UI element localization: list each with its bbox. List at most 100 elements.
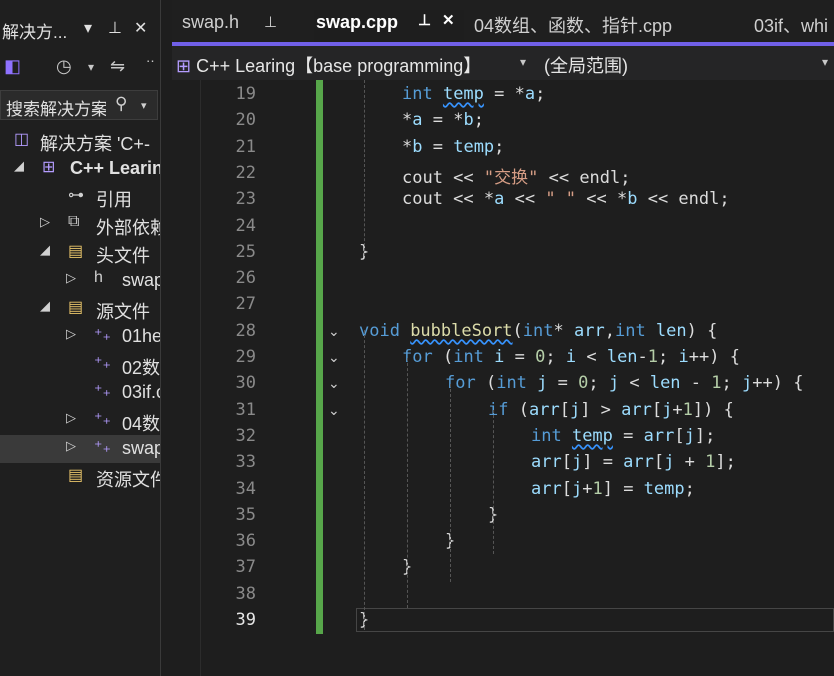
indent-guide	[407, 358, 408, 608]
collapsed-arrow-icon[interactable]: ▷	[66, 410, 76, 426]
tree-item-label: 02数据类型.cpp	[122, 358, 161, 378]
history-icon[interactable]: ◷	[56, 56, 72, 77]
tree-item-label: swap.h	[122, 270, 160, 290]
fold-chevron-icon[interactable]: ⌄	[328, 375, 340, 392]
code-token: i	[678, 347, 689, 367]
solution-search-box[interactable]: 搜索解决方案 ⚲ ▾	[0, 90, 158, 120]
project-dropdown[interactable]: ⊞ C++ Learing【base programming】	[176, 52, 486, 78]
fold-chevron-icon[interactable]: ⌄	[328, 323, 340, 340]
code-line[interactable]: int temp = *a;	[402, 84, 545, 104]
code-token: void	[359, 320, 411, 341]
overflow-icon[interactable]: ‥	[146, 50, 155, 66]
code-line[interactable]: cout << *a << " " << *b << endl;	[402, 189, 730, 209]
code-token: 0	[578, 373, 589, 394]
tab-03if-whi[interactable]: 03if、whi	[752, 12, 834, 42]
code-token: ++) {	[688, 347, 740, 367]
expanded-arrow-icon[interactable]: ◢	[40, 298, 50, 314]
pin-icon[interactable]: ⊥	[418, 11, 431, 29]
code-token: <	[619, 373, 650, 394]
search-icon[interactable]: ⚲	[115, 94, 127, 114]
code-line[interactable]: for (int j = 0; j < len - 1; j++) {	[445, 373, 803, 393]
fold-chevron-icon[interactable]: ⌄	[328, 349, 340, 366]
filter-folder-icon: ▤	[68, 467, 84, 484]
code-token: +	[674, 452, 706, 473]
code-line[interactable]: if (arr[j] > arr[j+1]) {	[488, 400, 734, 420]
code-token: cout << *	[402, 189, 495, 210]
tree-item[interactable]: ◢ ▤ 头文件	[0, 239, 160, 267]
code-token: ,	[604, 320, 615, 341]
tree-item[interactable]: ◫ 解决方案 'C+-	[0, 127, 160, 155]
line-number: 23	[235, 189, 256, 210]
collapsed-arrow-icon[interactable]: ▷	[40, 214, 50, 230]
tab-swap-cpp[interactable]: swap.cpp ⊥ ✕	[314, 10, 464, 42]
chevron-down-icon[interactable]: ▾	[520, 55, 526, 69]
code-line[interactable]: *b = temp;	[402, 137, 504, 157]
line-number: 30	[235, 373, 256, 394]
code-line[interactable]: void bubbleSort(int* arr,int len) {	[359, 321, 717, 341]
line-number: 33	[235, 452, 256, 473]
fold-chevron-icon[interactable]: ⌄	[328, 402, 340, 419]
solution-explorer-title: 解决方...	[2, 23, 68, 42]
code-token: temp	[571, 425, 613, 446]
code-token: j	[571, 452, 583, 473]
solution-explorer-header: 解决方... ▾ ⊥ ✕	[0, 14, 160, 44]
code-line[interactable]: int temp = arr[j];	[531, 426, 715, 446]
collapsed-arrow-icon[interactable]: ▷	[66, 270, 76, 286]
chevron-down-icon[interactable]: ▾	[84, 18, 92, 38]
code-editor[interactable]: 19 int temp = *a; 20 *a = *b; 21 *b = temp; 22…	[172, 80, 834, 676]
sync-icon[interactable]: ⇋	[110, 56, 125, 77]
code-token: 1	[647, 347, 659, 367]
tree-item[interactable]: ⊶ 引用	[0, 183, 160, 211]
expanded-arrow-icon[interactable]: ◢	[14, 158, 24, 174]
indent-guide	[364, 330, 365, 630]
tree-item-label: 源文件	[96, 302, 150, 322]
code-token: [	[653, 452, 665, 473]
tab-swap-h[interactable]: swap.h ⊥	[180, 12, 310, 42]
code-line[interactable]: for (int i = 0; i < len-1; i++) {	[402, 347, 740, 367]
chevron-down-icon[interactable]: ▾	[141, 99, 147, 112]
chevron-down-icon[interactable]: ▾	[822, 55, 828, 69]
tree-item[interactable]: ▷ h swap.h	[0, 267, 160, 295]
code-line[interactable]: *a = *b;	[402, 110, 484, 130]
code-token: i	[565, 347, 577, 367]
tree-item[interactable]: ▷ ⁺₊ 01hello.cpp	[0, 323, 160, 351]
tree-item[interactable]: ⁺₊ 02数据类型.cpp	[0, 351, 160, 379]
chevron-down-icon[interactable]: ▾	[88, 60, 94, 74]
code-token: int	[496, 373, 538, 394]
code-token: int	[402, 84, 443, 104]
line-number: 37	[235, 557, 256, 578]
code-line[interactable]: cout << "交换" << endl;	[402, 163, 631, 188]
cpp-file-icon: ⁺₊	[94, 383, 111, 400]
code-token: b	[627, 189, 638, 210]
code-token: 1	[592, 478, 603, 499]
line-number: 20	[235, 110, 256, 131]
tree-item[interactable]: ▷ ⧉ 外部依赖项	[0, 211, 160, 239]
code-token: int	[522, 320, 554, 341]
tree-item[interactable]: ◢ ⊞ C++ Learing	[0, 155, 160, 183]
tree-item-label: 03if.cpp	[122, 382, 160, 402]
close-icon[interactable]: ✕	[134, 18, 147, 38]
collapsed-arrow-icon[interactable]: ▷	[66, 326, 76, 342]
expanded-arrow-icon[interactable]: ◢	[40, 242, 50, 258]
pin-icon[interactable]: ⊥	[108, 18, 122, 38]
code-line[interactable]: arr[j+1] = temp;	[531, 479, 695, 499]
collapsed-arrow-icon[interactable]: ▷	[66, 438, 76, 454]
tree-item[interactable]: ◢ ▤ 源文件	[0, 295, 160, 323]
tab-04-cpp[interactable]: 04数组、函数、指针.cpp	[472, 12, 740, 42]
visual-studio-switch-icon[interactable]: ◧	[4, 56, 21, 77]
tree-item[interactable]: ▤ 资源文件	[0, 463, 160, 491]
tree-item[interactable]: ▷ ⁺₊ 04数组.cpp	[0, 407, 160, 435]
code-line[interactable]: arr[j] = arr[j + 1];	[531, 452, 736, 472]
indent-guide	[450, 384, 451, 582]
code-token: ;	[684, 478, 695, 499]
line-number: 35	[235, 504, 256, 525]
cpp-file-icon: ⁺₊	[94, 327, 111, 344]
tree-item[interactable]: ▷ ⁺₊ swap.cpp	[0, 435, 160, 463]
solution-icon: ◫	[14, 131, 30, 148]
tree-item[interactable]: ⁺₊ 03if.cpp	[0, 379, 160, 407]
scope-dropdown[interactable]: (全局范围)	[544, 52, 628, 78]
pin-icon[interactable]: ⊥	[264, 13, 277, 31]
tab-label: swap.h	[182, 12, 240, 32]
close-icon[interactable]: ✕	[442, 11, 455, 29]
search-input[interactable]: 搜索解决方案	[6, 95, 106, 120]
